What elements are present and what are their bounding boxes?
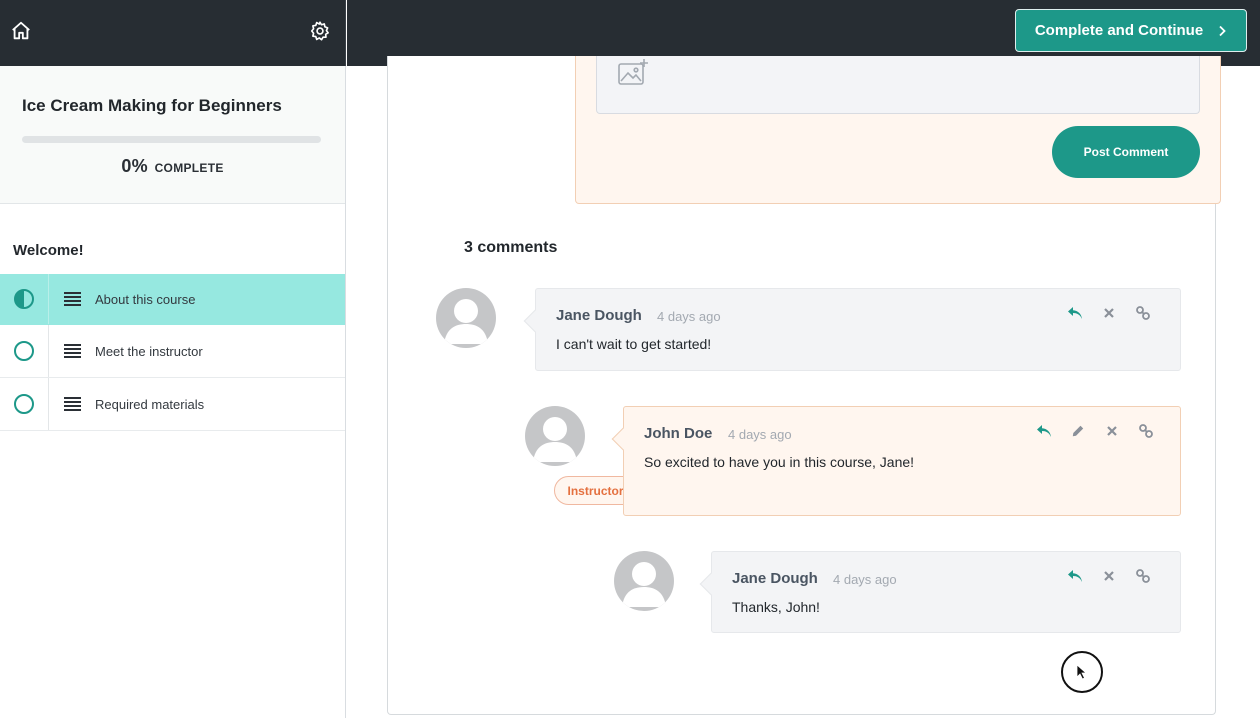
mouse-pointer-icon <box>1076 664 1088 680</box>
chevron-right-icon <box>1219 25 1226 36</box>
reply-icon[interactable] <box>1058 303 1092 323</box>
link-icon[interactable] <box>1129 421 1163 441</box>
text-lesson-icon <box>49 344 95 358</box>
comment-body: So excited to have you in this course, J… <box>644 454 915 470</box>
click-indicator <box>1061 651 1103 693</box>
avatar[interactable] <box>436 288 496 348</box>
text-lesson-icon <box>49 292 95 306</box>
comment-timestamp[interactable]: 4 days ago <box>728 427 792 442</box>
course-sidebar: Ice Cream Making for Beginners 0% COMPLE… <box>0 66 346 718</box>
comment-timestamp[interactable]: 4 days ago <box>833 572 897 587</box>
comment-actions <box>1027 421 1163 441</box>
lesson-label: Meet the instructor <box>95 343 203 359</box>
progress-bar <box>22 136 321 143</box>
home-icon[interactable] <box>8 18 34 44</box>
comment-bubble: Jane Dough 4 days ago Thanks, John! <box>699 551 1181 633</box>
gear-icon[interactable] <box>307 18 333 44</box>
edit-icon[interactable] <box>1061 421 1095 441</box>
lesson-label: Required materials <box>95 396 205 412</box>
add-image-icon[interactable] <box>617 58 649 91</box>
comment-input[interactable] <box>596 56 1200 114</box>
comment-author[interactable]: Jane Dough <box>732 570 818 587</box>
comment-bubble: John Doe 4 days ago So excited to have y… <box>611 406 1181 516</box>
comment-actions <box>1058 303 1160 323</box>
course-progress-card: Ice Cream Making for Beginners 0% COMPLE… <box>0 66 345 204</box>
comment-compose-box: Post Comment <box>575 56 1221 204</box>
reply-icon[interactable] <box>1027 421 1061 441</box>
comment-bubble: Jane Dough 4 days ago I can't wait to ge… <box>523 288 1181 371</box>
lesson-label: About this course <box>95 291 196 307</box>
post-comment-button[interactable]: Post Comment <box>1052 126 1200 178</box>
comment-timestamp[interactable]: 4 days ago <box>657 309 721 324</box>
lesson-content: Post Comment 3 comments Jane Dough 4 day… <box>347 56 1260 718</box>
comment-author[interactable]: John Doe <box>644 425 712 442</box>
link-icon[interactable] <box>1126 303 1160 323</box>
comment-body: I can't wait to get started! <box>556 336 712 352</box>
text-lesson-icon <box>49 397 95 411</box>
progress-text: 0% COMPLETE <box>22 156 323 177</box>
delete-icon[interactable] <box>1092 303 1126 323</box>
empty-circle-status-icon <box>0 378 49 430</box>
progress-percent: 0% <box>121 156 148 176</box>
cta-label: Complete and Continue <box>1034 22 1204 39</box>
half-circle-status-icon <box>0 274 49 324</box>
comment-body: Thanks, John! <box>732 599 820 615</box>
course-title: Ice Cream Making for Beginners <box>22 96 282 115</box>
complete-and-continue-button[interactable]: Complete and Continue <box>1015 9 1247 52</box>
link-icon[interactable] <box>1126 566 1160 586</box>
comment-actions <box>1058 566 1160 586</box>
delete-icon[interactable] <box>1092 566 1126 586</box>
empty-circle-status-icon <box>0 325 49 377</box>
delete-icon[interactable] <box>1095 421 1129 441</box>
content-card: Post Comment 3 comments Jane Dough 4 day… <box>387 56 1221 715</box>
lesson-item-about-this-course[interactable]: About this course <box>0 274 345 325</box>
lesson-item-required-materials[interactable]: Required materials <box>0 378 345 431</box>
avatar[interactable] <box>525 406 585 466</box>
avatar[interactable] <box>614 551 674 611</box>
section-title: Welcome! <box>13 242 84 259</box>
lesson-item-meet-the-instructor[interactable]: Meet the instructor <box>0 325 345 378</box>
reply-icon[interactable] <box>1058 566 1092 586</box>
comment-author[interactable]: Jane Dough <box>556 307 642 324</box>
comments-count: 3 comments <box>464 239 558 256</box>
sidebar-topbar <box>0 0 346 66</box>
progress-label: COMPLETE <box>154 161 224 175</box>
